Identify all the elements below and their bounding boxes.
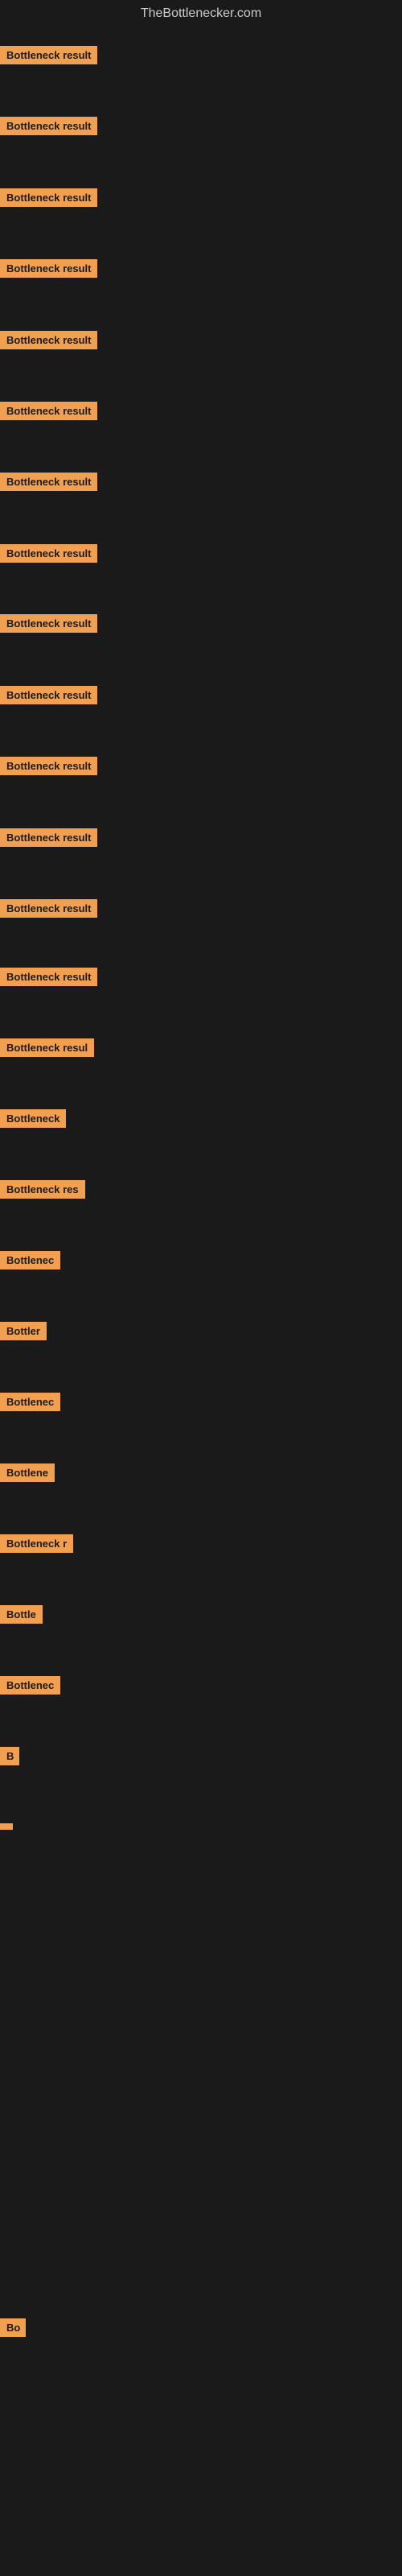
bottleneck-item: Bottleneck [0, 1109, 66, 1132]
bottleneck-item: Bottleneck result [0, 828, 97, 851]
bottleneck-item: Bottleneck result [0, 544, 97, 567]
bottleneck-badge: Bottleneck result [0, 544, 97, 563]
bottleneck-item: Bottlenec [0, 1393, 60, 1415]
bottleneck-badge: Bottleneck result [0, 968, 97, 986]
bottleneck-badge: Bottleneck result [0, 828, 97, 847]
bottleneck-item: Bottleneck result [0, 331, 97, 353]
bottleneck-badge: Bottleneck result [0, 117, 97, 135]
bottleneck-badge: Bottleneck result [0, 899, 97, 918]
bottleneck-item: Bottle [0, 1605, 43, 1628]
bottleneck-item: Bottleneck result [0, 757, 97, 779]
bottleneck-item [0, 1819, 13, 1834]
bottleneck-badge [0, 1823, 13, 1830]
bottleneck-badge: Bottleneck result [0, 46, 97, 64]
bottleneck-badge: Bottleneck result [0, 473, 97, 491]
bottleneck-badge: Bottleneck result [0, 757, 97, 775]
bottleneck-item: Bottleneck result [0, 686, 97, 708]
bottleneck-item: Bo [0, 2318, 26, 2341]
bottleneck-item: Bottleneck result [0, 188, 97, 211]
bottleneck-item: Bottlene [0, 1463, 55, 1486]
bottleneck-badge: Bottleneck result [0, 686, 97, 704]
bottleneck-item: Bottleneck result [0, 899, 97, 922]
bottleneck-badge: B [0, 1747, 19, 1765]
bottleneck-badge: Bottler [0, 1322, 47, 1340]
site-title: TheBottlenecker.com [0, 0, 402, 24]
bottleneck-badge: Bottleneck r [0, 1534, 73, 1553]
bottleneck-item: Bottleneck result [0, 402, 97, 424]
bottleneck-badge: Bottlenec [0, 1393, 60, 1411]
bottleneck-item: Bottleneck result [0, 46, 97, 68]
bottleneck-badge: Bottleneck result [0, 402, 97, 420]
bottleneck-badge: Bottle [0, 1605, 43, 1624]
bottleneck-item: Bottlenec [0, 1251, 60, 1274]
bottleneck-item: Bottleneck result [0, 968, 97, 990]
bottleneck-badge: Bottlene [0, 1463, 55, 1482]
bottleneck-badge: Bottleneck result [0, 614, 97, 633]
bottleneck-item: Bottler [0, 1322, 47, 1344]
bottleneck-item: Bottleneck res [0, 1180, 85, 1203]
bottleneck-badge: Bottleneck result [0, 188, 97, 207]
bottleneck-item: B [0, 1747, 19, 1769]
bottleneck-badge: Bottleneck res [0, 1180, 85, 1199]
bottleneck-item: Bottleneck r [0, 1534, 73, 1557]
bottleneck-item: Bottlenec [0, 1676, 60, 1699]
bottleneck-badge: Bottlenec [0, 1251, 60, 1269]
bottleneck-item: Bottleneck result [0, 614, 97, 637]
bottleneck-item: Bottleneck result [0, 473, 97, 495]
bottleneck-item: Bottleneck result [0, 117, 97, 139]
bottleneck-badge: Bottleneck resul [0, 1038, 94, 1057]
bottleneck-badge: Bottlenec [0, 1676, 60, 1695]
bottleneck-item: Bottleneck resul [0, 1038, 94, 1061]
bottleneck-badge: Bottleneck result [0, 331, 97, 349]
bottleneck-badge: Bottleneck [0, 1109, 66, 1128]
bottleneck-item: Bottleneck result [0, 259, 97, 282]
bottleneck-badge: Bo [0, 2318, 26, 2337]
bottleneck-badge: Bottleneck result [0, 259, 97, 278]
